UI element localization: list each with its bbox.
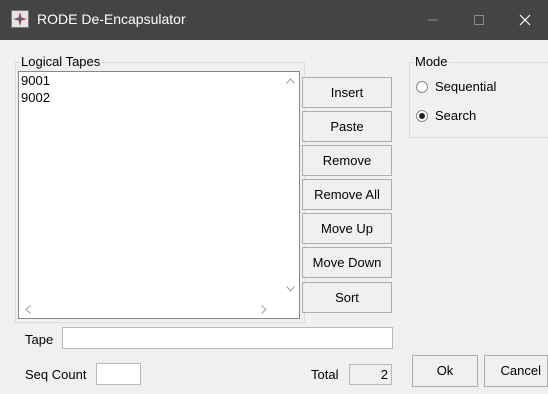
total-label: Total [311, 367, 339, 382]
rode-app-icon [11, 10, 29, 28]
logical-tapes-legend: Logical Tapes [20, 54, 102, 70]
ok-button[interactable]: Ok [412, 355, 478, 387]
seq-count-input[interactable] [96, 363, 141, 385]
insert-button[interactable]: Insert [302, 77, 392, 108]
total-value: 2 [349, 364, 392, 385]
vertical-scrollbar[interactable] [282, 72, 299, 300]
move-down-button[interactable]: Move Down [302, 247, 392, 278]
chevron-up-icon[interactable] [286, 78, 295, 84]
seq-count-label: Seq Count [25, 367, 87, 382]
scrollbar-corner [282, 301, 299, 318]
paste-button[interactable]: Paste [302, 111, 392, 142]
horizontal-scrollbar[interactable] [19, 301, 282, 318]
mode-legend: Mode [414, 54, 449, 70]
radio-selected-dot [419, 113, 425, 119]
tape-label: Tape [25, 332, 54, 347]
chevron-down-icon[interactable] [286, 286, 295, 292]
close-icon[interactable] [502, 0, 548, 40]
sort-button[interactable]: Sort [302, 282, 392, 313]
sequential-radio[interactable] [416, 81, 428, 93]
move-up-button[interactable]: Move Up [302, 213, 392, 244]
maximize-icon[interactable] [456, 0, 502, 40]
chevron-right-icon[interactable] [261, 305, 267, 314]
sequential-label[interactable]: Sequential [435, 79, 496, 95]
minimize-icon[interactable] [410, 0, 456, 40]
search-radio[interactable] [416, 110, 428, 122]
tape-input[interactable] [62, 327, 393, 349]
logical-tapes-list[interactable]: 9001 9002 [18, 71, 300, 319]
window-title: RODE De-Encapsulator [37, 11, 186, 27]
remove-button[interactable]: Remove [302, 145, 392, 176]
list-item[interactable]: 9001 [21, 73, 50, 89]
mode-group: Mode [409, 54, 548, 138]
cancel-button[interactable]: Cancel [484, 355, 548, 387]
list-item[interactable]: 9002 [21, 90, 50, 106]
search-label[interactable]: Search [435, 108, 476, 124]
chevron-left-icon[interactable] [25, 305, 31, 314]
title-bar[interactable]: RODE De-Encapsulator [0, 0, 548, 40]
remove-all-button[interactable]: Remove All [302, 179, 392, 210]
